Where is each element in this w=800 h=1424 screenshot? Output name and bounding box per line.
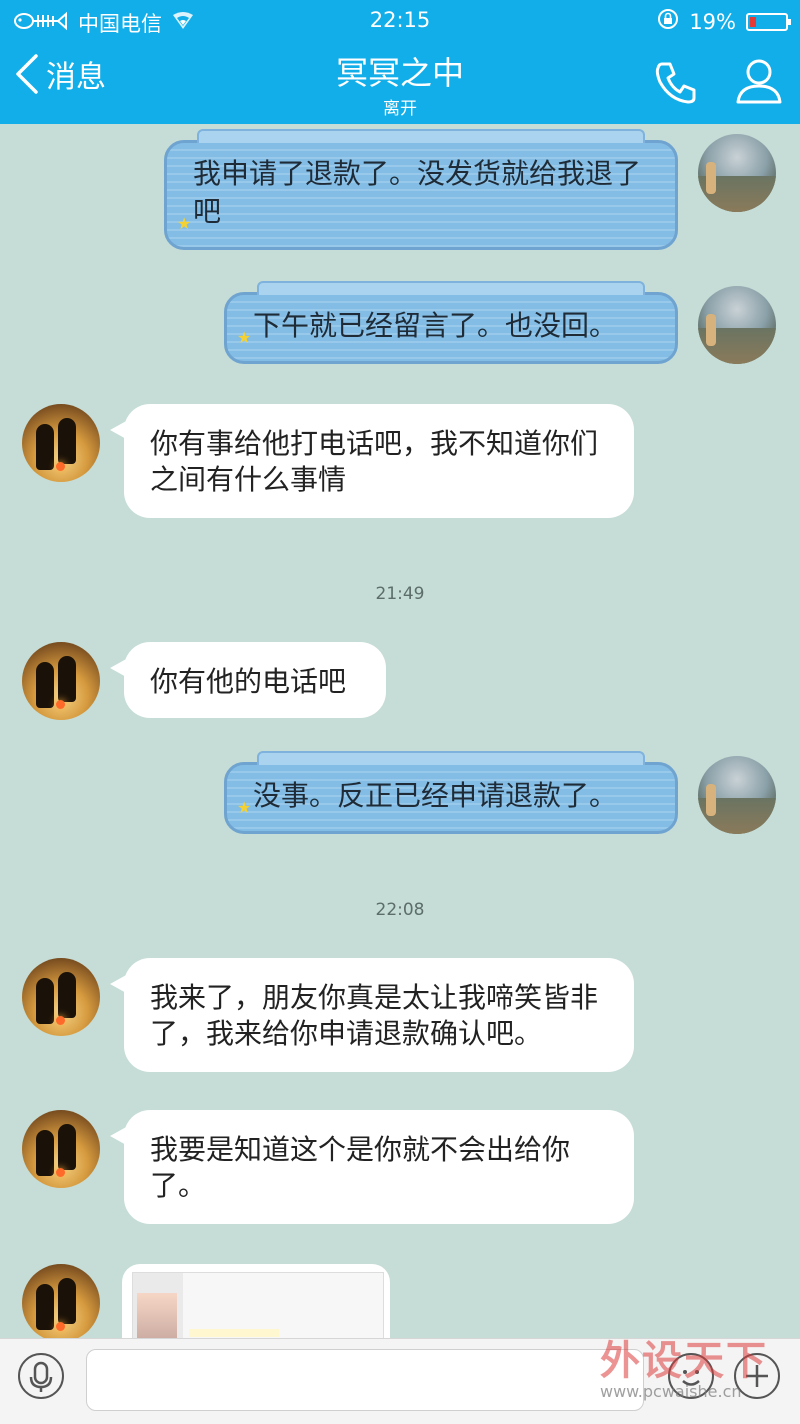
message-bubble-received[interactable]: 你有事给他打电话吧，我不知道你们之间有什么事情	[110, 404, 634, 518]
message-bubble-sent[interactable]: 下午就已经留言了。也没回。 ★	[224, 281, 678, 364]
message-bubble-received[interactable]: 我来了，朋友你真是太让我啼笑皆非了，我来给你申请退款确认吧。	[110, 958, 634, 1072]
status-bar: 中国电信 22:15 19%	[0, 0, 800, 40]
phone-icon	[655, 62, 696, 104]
message-bubble-received[interactable]: 你有他的电话吧	[110, 642, 386, 718]
message-bubble-sent[interactable]: 没事。反正已经申请退款了。 ★	[224, 751, 678, 834]
call-button[interactable]	[652, 58, 700, 110]
image-message[interactable]	[122, 1264, 390, 1344]
my-avatar[interactable]	[698, 286, 776, 364]
star-decoration-icon: ★	[237, 328, 252, 347]
message-input[interactable]	[86, 1349, 644, 1411]
microphone-icon	[29, 1361, 53, 1392]
person-icon	[736, 59, 782, 104]
status-right: 19%	[657, 8, 791, 35]
battery-icon	[746, 12, 791, 31]
message-text: 你有事给他打电话吧，我不知道你们之间有什么事情	[150, 427, 599, 496]
star-decoration-icon: ★	[237, 798, 252, 817]
message-text: 你有他的电话吧	[150, 665, 347, 698]
message-text: 我要是知道这个是你就不会出给你了。	[150, 1133, 571, 1202]
my-avatar[interactable]	[698, 134, 776, 212]
star-decoration-icon: ★	[177, 214, 192, 233]
timestamp: 22:08	[375, 900, 425, 920]
contact-avatar[interactable]	[22, 642, 100, 720]
message-text: 没事。反正已经申请退款了。	[253, 779, 618, 812]
screenshot-thumbnail	[137, 1293, 177, 1343]
input-bar	[0, 1338, 800, 1424]
rotation-lock-icon	[657, 8, 679, 35]
message-text: 我来了，朋友你真是太让我啼笑皆非了，我来给你申请退款确认吧。	[150, 981, 599, 1050]
my-avatar[interactable]	[698, 756, 776, 834]
message-bubble-received[interactable]: 我要是知道这个是你就不会出给你了。	[110, 1110, 634, 1224]
plus-icon	[746, 1365, 768, 1387]
timestamp: 21:49	[375, 584, 425, 604]
message-bubble-sent[interactable]: 我申请了退款了。没发货就给我退了吧 ★	[164, 129, 678, 250]
chat-header: 消息 冥冥之中 离开	[0, 40, 800, 124]
contact-avatar[interactable]	[22, 1264, 100, 1342]
profile-button[interactable]	[734, 56, 784, 110]
contact-avatar[interactable]	[22, 1110, 100, 1188]
more-button[interactable]	[734, 1353, 780, 1399]
smiley-icon	[682, 1370, 700, 1386]
contact-avatar[interactable]	[22, 404, 100, 482]
emoji-button[interactable]	[668, 1353, 714, 1399]
message-text: 我申请了退款了。没发货就给我退了吧	[193, 157, 642, 228]
chat-area[interactable]: 我申请了退款了。没发货就给我退了吧 ★ 下午就已经留言了。也没回。 ★ 你有事给…	[0, 124, 800, 1344]
contact-avatar[interactable]	[22, 958, 100, 1036]
voice-button[interactable]	[18, 1353, 64, 1399]
message-text: 下午就已经留言了。也没回。	[253, 309, 618, 342]
battery-percent: 19%	[689, 9, 736, 34]
